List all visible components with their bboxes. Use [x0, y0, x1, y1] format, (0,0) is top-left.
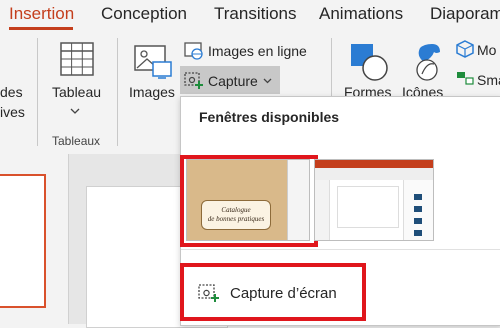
smartart-icon[interactable] [456, 70, 474, 86]
shapes-icon[interactable] [349, 42, 389, 82]
available-windows-heading: Fenêtres disponibles [199, 109, 340, 125]
images-en-ligne-label[interactable]: Images en ligne [208, 43, 307, 59]
highlight-box [180, 263, 366, 321]
table-icon[interactable] [60, 42, 94, 76]
group-divider [37, 38, 38, 146]
available-window-thumbnail[interactable] [314, 159, 434, 241]
capture-dropdown-menu: Fenêtres disponibles Catalogue de bonnes… [180, 96, 500, 326]
app-slide [337, 186, 399, 228]
screenshot-icon[interactable] [184, 71, 204, 89]
tab-transitions[interactable]: Transitions [214, 4, 297, 24]
3d-model-icon [414, 218, 422, 224]
partial-smartart-label[interactable]: Sma [477, 72, 500, 88]
partial-button-label-line1[interactable]: des [0, 84, 23, 100]
app-ribbon [315, 168, 433, 180]
tab-insertion[interactable]: Insertion [9, 4, 74, 24]
icons-icon[interactable] [412, 40, 446, 82]
tableaux-group-label: Tableaux [52, 134, 101, 148]
tab-conception[interactable]: Conception [101, 4, 187, 24]
app-side-panel [403, 180, 433, 240]
3d-model-icon [414, 206, 422, 212]
chevron-down-icon[interactable] [70, 108, 80, 114]
tableau-button-label[interactable]: Tableau [52, 84, 101, 100]
pictures-icon[interactable] [133, 44, 173, 80]
app-titlebar [315, 160, 433, 168]
partial-button-label-line2[interactable]: ives [0, 104, 25, 120]
3d-models-icon[interactable] [456, 40, 474, 58]
menu-divider [181, 249, 500, 250]
3d-model-icon [414, 230, 422, 236]
images-button-label[interactable]: Images [129, 84, 175, 100]
chevron-down-icon[interactable] [263, 78, 272, 84]
tab-diaporama[interactable]: Diaporama [430, 4, 500, 24]
online-pictures-icon[interactable] [184, 42, 204, 60]
slide-thumbnail[interactable] [0, 174, 46, 308]
group-divider [117, 38, 118, 146]
capture-button-label[interactable]: Capture [208, 73, 258, 89]
highlight-box [180, 155, 318, 247]
ribbon-tabs: Insertion Conception Transitions Animati… [0, 0, 500, 30]
app-sidebar [315, 180, 330, 240]
partial-models-label[interactable]: Mo [477, 42, 496, 58]
group-divider [331, 38, 332, 98]
tab-animations[interactable]: Animations [319, 4, 403, 24]
3d-model-icon [414, 194, 422, 200]
